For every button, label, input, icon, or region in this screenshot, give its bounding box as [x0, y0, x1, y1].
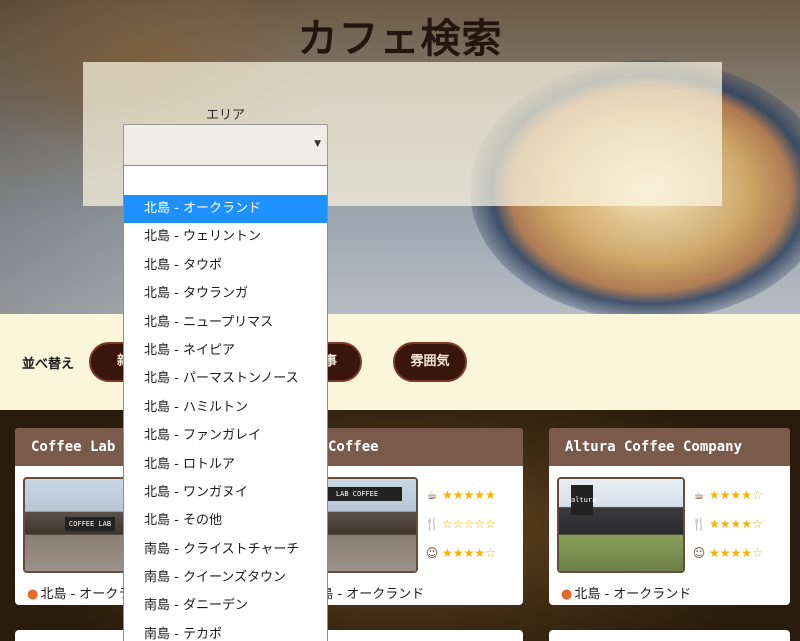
cafe-name-text: Coffee	[328, 439, 379, 455]
cafe-location: ●北島 - オークランド	[561, 583, 691, 602]
sort-button-atmosphere[interactable]: 雰囲気	[393, 342, 467, 382]
dropdown-option[interactable]: 北島 - ファンガレイ	[124, 422, 327, 450]
ratings: ☕ ★★★★★ 🍴☆☆☆☆☆ ☺★★★★☆	[424, 480, 496, 567]
sort-label: 並べ替え	[22, 357, 75, 372]
dropdown-option[interactable]: 北島 - ウェリントン	[124, 223, 327, 251]
dropdown-option[interactable]: 南島 - クイーンズタウン	[124, 564, 327, 592]
area-label: エリア	[205, 108, 245, 123]
dropdown-option[interactable]: 北島 - ネイピア	[124, 337, 327, 365]
map-pin-icon: ●	[561, 587, 573, 602]
cafe-name: Altura Coffee Company	[549, 428, 790, 466]
dropdown-option[interactable]: 南島 - クライストチャーチ	[124, 536, 327, 564]
food-rating: ☆☆☆☆☆	[442, 516, 496, 531]
dropdown-option[interactable]: 南島 - テカポ	[124, 621, 327, 641]
dropdown-option[interactable]: 北島 - タウランガ	[124, 280, 327, 308]
cafe-photo[interactable]: altura	[557, 477, 685, 573]
ratings: ☕ ★★★★☆ 🍴 ★★★★☆ ☺ ★★★★☆	[691, 480, 763, 567]
dropdown-option[interactable]: 北島 - ニュープリマス	[124, 309, 327, 337]
cafe-card[interactable]: Altura Coffee Company altura ☕ ★★★★☆ 🍴 ★★★…	[549, 428, 790, 605]
atmosphere-rating: ★★★★☆	[709, 545, 763, 560]
coffee-cup-icon: ☕	[693, 487, 705, 502]
coffee-rating: ★★★★★	[442, 487, 496, 502]
page-title: カフェ検索	[297, 16, 503, 62]
coffee-cup-icon: ☕	[426, 487, 438, 502]
atmosphere-rating: ★★★★☆	[442, 545, 496, 560]
cafe-card-next[interactable]	[549, 630, 790, 641]
photo-sign: altura	[571, 485, 596, 515]
dropdown-option-blank[interactable]	[124, 166, 327, 195]
dropdown-option[interactable]: 南島 - ダニーデン	[124, 592, 327, 620]
food-rating: ★★★★☆	[709, 516, 763, 531]
dropdown-option[interactable]: 北島 - ハミルトン	[124, 394, 327, 422]
dropdown-option[interactable]: 北島 - オークランド	[124, 195, 327, 224]
dropdown-option[interactable]: 北島 - ロトルア	[124, 451, 327, 479]
smiley-icon: ☺	[692, 545, 706, 560]
chevron-down-icon: ▼	[314, 139, 321, 149]
coffee-rating: ★★★★☆	[709, 487, 763, 502]
cafe-location-text: 北島 - オークランド	[574, 587, 692, 602]
area-select[interactable]: ▼	[123, 124, 328, 166]
map-pin-icon: ●	[27, 587, 39, 602]
smiley-icon: ☺	[425, 545, 439, 560]
dropdown-option[interactable]: 北島 - その他	[124, 507, 327, 535]
dropdown-option[interactable]: 北島 - タウポ	[124, 252, 327, 280]
photo-sign: COFFEE LAB	[65, 517, 115, 531]
area-dropdown-list[interactable]: 北島 - オークランド 北島 - ウェリントン 北島 - タウポ 北島 - タウランガ…	[123, 165, 328, 641]
dropdown-option[interactable]: 北島 - パーマストンノース	[124, 365, 327, 393]
dropdown-option[interactable]: 北島 - ワンガヌイ	[124, 479, 327, 507]
fork-knife-icon: 🍴	[424, 516, 440, 531]
fork-knife-icon: 🍴	[691, 516, 707, 531]
